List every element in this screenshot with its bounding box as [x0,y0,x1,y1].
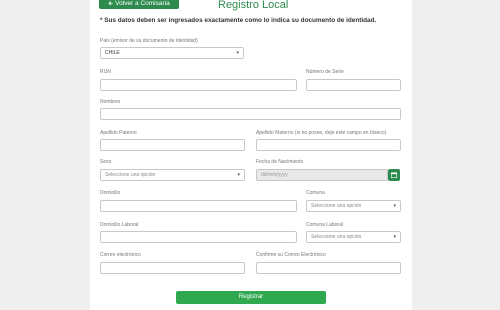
nombres-input[interactable] [100,108,401,120]
correo-label: Correo electrónico [100,252,141,258]
apellido-paterno-input[interactable] [100,139,245,151]
chevron-down-icon: ▾ [393,234,396,240]
domicilio-laboral-label: Domicilio Laboral [100,222,139,228]
calendar-icon [391,172,397,178]
domicilio-laboral-input[interactable] [100,231,297,243]
chevron-down-icon: ▾ [393,203,396,209]
apellido-paterno-label: Apellido Paterno [100,130,137,136]
pais-value: CHILE [105,50,120,56]
registrar-button[interactable]: Registrar [176,291,326,304]
comuna-label: Comuna [306,190,325,196]
numero-serie-input[interactable] [306,79,401,91]
apellido-materno-label: Apellido Materno (si no posee, deje este… [256,130,387,136]
comuna-laboral-placeholder: Seleccione una opción [311,234,362,240]
fecha-nacimiento-label: Fecha de Nacimiento [256,159,304,165]
comuna-laboral-select[interactable]: Seleccione una opción ▾ [306,231,401,243]
chevron-down-icon: ▾ [236,50,239,56]
page-title: Registro Local [218,0,289,11]
domicilio-input[interactable] [100,200,297,212]
arrow-left-icon: 🡰 [108,1,114,7]
correo-input[interactable] [100,262,245,274]
pais-select[interactable]: CHILE ▾ [100,47,244,59]
sexo-placeholder: Seleccione una opción [105,172,156,178]
numero-serie-label: Número de Serie [306,69,344,75]
fecha-placeholder: dd/mm/yyyy [261,172,288,178]
nombres-label: Nombres [100,99,121,105]
sexo-select[interactable]: Seleccione una opción ▾ [100,169,245,181]
comuna-placeholder: Seleccione una opción [311,203,362,209]
notice-text: * Sus datos deben ser ingresados exactam… [100,17,377,24]
run-input[interactable] [100,79,297,91]
run-label: RUN [100,69,111,75]
back-button[interactable]: 🡰 Volver a Comisaria [99,0,179,9]
confirme-correo-input[interactable] [256,262,401,274]
fecha-nacimiento-input[interactable]: dd/mm/yyyy [256,169,388,181]
comuna-select[interactable]: Seleccione una opción ▾ [306,200,401,212]
sexo-label: Sexo [100,159,112,165]
back-button-label: Volver a Comisaria [115,0,170,7]
domicilio-label: Domicilio [100,190,121,196]
comuna-laboral-label: Comuna Laboral [306,222,343,228]
pais-label: Pais (emisor de su documento de identida… [100,38,198,44]
chevron-down-icon: ▾ [237,172,240,178]
apellido-materno-input[interactable] [256,139,401,151]
confirme-correo-label: Confirme su Correo Electrónico [256,252,326,258]
calendar-button[interactable] [388,169,400,181]
